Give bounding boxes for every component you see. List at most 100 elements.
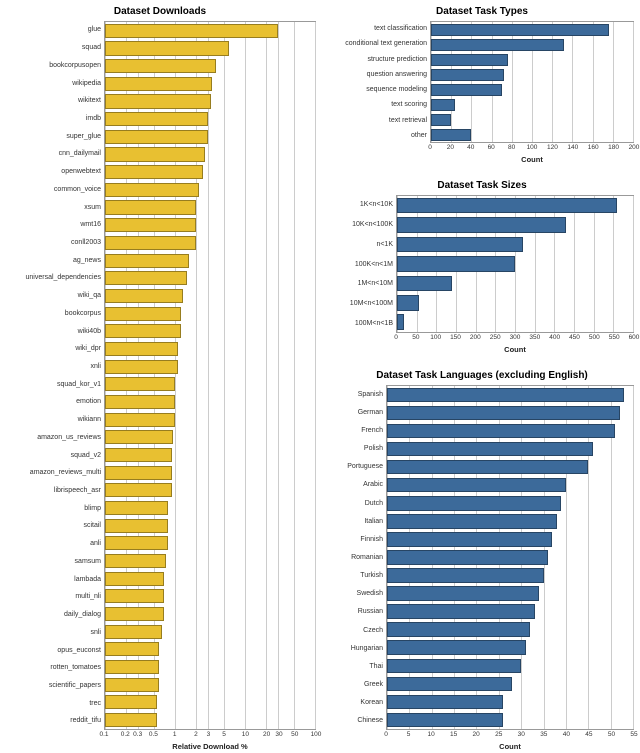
x-tick: 35 <box>540 731 547 738</box>
bar-row <box>387 711 633 729</box>
bar-row <box>105 181 315 199</box>
y-axis-labels: gluesquadbookcorpusopenwikipediawikitext… <box>4 21 104 730</box>
bar <box>431 84 502 96</box>
bar-row <box>105 605 315 623</box>
bar <box>105 200 196 214</box>
x-tick: 45 <box>585 731 592 738</box>
x-tick: 40 <box>467 144 474 151</box>
bar-row <box>431 22 633 37</box>
y-tick-label: squad_v2 <box>4 446 104 464</box>
bar-row <box>387 657 633 675</box>
bar-row <box>397 274 633 293</box>
x-tick: 30 <box>518 731 525 738</box>
y-tick-label: bookcorpusopen <box>4 56 104 74</box>
bar-row <box>105 57 315 75</box>
bar <box>431 24 609 36</box>
bar-row <box>397 235 633 254</box>
y-tick-label: Russian <box>330 603 386 621</box>
bar-row <box>431 127 633 142</box>
bar <box>105 218 196 232</box>
y-tick-label: anli <box>4 535 104 553</box>
x-tick: 3 <box>207 731 211 738</box>
bar-row <box>387 512 633 530</box>
y-tick-label: question answering <box>330 67 430 82</box>
y-tick-label: universal_dependencies <box>4 269 104 287</box>
bar-row <box>105 93 315 111</box>
bar-row <box>105 128 315 146</box>
bar <box>431 114 451 126</box>
bar-row <box>105 641 315 659</box>
x-tick: 50 <box>291 731 298 738</box>
bar <box>105 695 157 709</box>
bar <box>387 550 548 564</box>
bar <box>387 640 526 654</box>
y-axis-labels: text classificationconditional text gene… <box>330 21 430 143</box>
x-tick: 0.5 <box>149 731 158 738</box>
bar-row <box>387 548 633 566</box>
bar-row <box>105 269 315 287</box>
bar-row <box>105 358 315 376</box>
y-tick-label: reddit_tifu <box>4 712 104 730</box>
plot-area <box>104 21 316 730</box>
x-tick: 15 <box>450 731 457 738</box>
y-tick-label: structure prediction <box>330 52 430 67</box>
bar <box>431 129 471 141</box>
y-tick-label: daily_dialog <box>4 606 104 624</box>
y-tick-label: Thai <box>330 657 386 675</box>
y-tick-label: scitail <box>4 517 104 535</box>
bar-row <box>105 393 315 411</box>
bar <box>105 130 208 144</box>
bar-row <box>105 322 315 340</box>
bar-row <box>387 603 633 621</box>
x-tick: 0.1 <box>99 731 108 738</box>
bar <box>105 360 178 374</box>
x-tick: 0.3 <box>133 731 142 738</box>
chart-title: Dataset Downloads <box>4 6 316 17</box>
bar-row <box>431 67 633 82</box>
y-tick-label: Spanish <box>330 385 386 403</box>
bar-row <box>105 75 315 93</box>
x-tick: 140 <box>567 144 578 151</box>
bar <box>105 554 166 568</box>
bars <box>105 22 315 729</box>
bar <box>105 572 164 586</box>
x-tick: 10 <box>242 731 249 738</box>
y-tick-label: wiki_qa <box>4 287 104 305</box>
bar-row <box>105 146 315 164</box>
bar <box>387 406 620 420</box>
x-tick: 1 <box>173 731 177 738</box>
y-tick-label: cnn_dailymail <box>4 145 104 163</box>
bar <box>387 496 561 510</box>
gridline <box>633 22 634 142</box>
bar-row <box>387 530 633 548</box>
y-axis-labels: SpanishGermanFrenchPolishPortugueseArabi… <box>330 385 386 730</box>
bar-row <box>387 422 633 440</box>
y-tick-label: Hungarian <box>330 639 386 657</box>
bar-row <box>105 340 315 358</box>
x-tick: 350 <box>529 334 540 341</box>
right-column: Dataset Task Types text classificationco… <box>320 0 640 753</box>
y-tick-label: 100K<n<1M <box>330 254 396 274</box>
y-tick-label: amazon_us_reviews <box>4 429 104 447</box>
x-tick: 100 <box>430 334 441 341</box>
y-tick-label: wiki40b <box>4 322 104 340</box>
gridline <box>633 386 634 729</box>
bar-row <box>105 552 315 570</box>
bar <box>105 466 172 480</box>
x-tick: 20 <box>447 144 454 151</box>
bar <box>431 69 504 81</box>
x-tick: 500 <box>589 334 600 341</box>
bar <box>105 519 168 533</box>
bar-row <box>105 252 315 270</box>
bar-row <box>105 534 315 552</box>
bar <box>387 532 552 546</box>
bar <box>105 236 196 250</box>
x-axis-label: Relative Download % <box>104 742 316 751</box>
bar <box>105 324 181 338</box>
bar <box>105 112 208 126</box>
bar <box>105 94 211 108</box>
y-tick-label: German <box>330 403 386 421</box>
y-tick-label: 10M<n<100M <box>330 294 396 314</box>
y-tick-label: text retrieval <box>330 113 430 128</box>
bar-row <box>105 658 315 676</box>
